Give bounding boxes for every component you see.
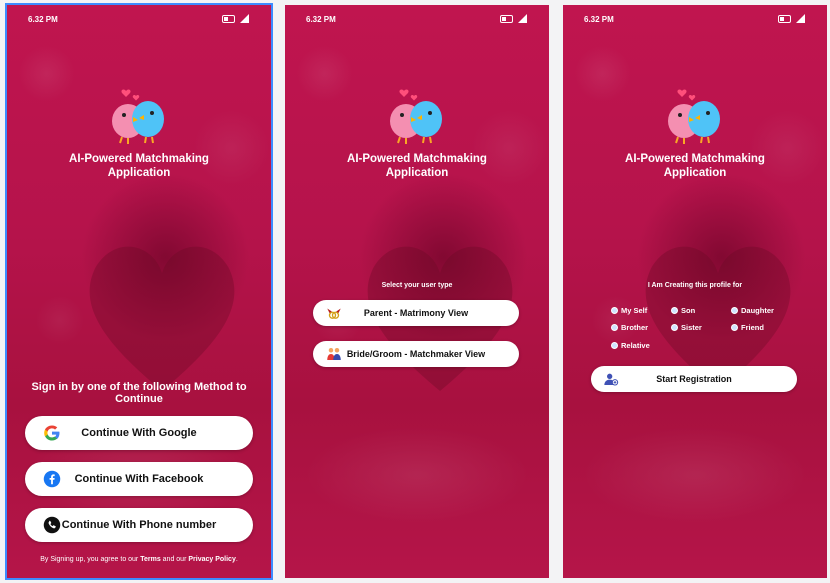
profile-for-prompt: I Am Creating this profile for (647, 282, 743, 289)
app-title: AI-Powered Matchmaking Application (563, 152, 827, 180)
continue-facebook-button[interactable]: Continue With Facebook (25, 462, 253, 496)
option-relative[interactable]: Relative (611, 341, 650, 350)
app-title-line1: AI-Powered Matchmaking (625, 153, 765, 165)
user-type-prompt: Select your user type (381, 282, 453, 289)
signin-heading: Sign in by one of the following Method t… (31, 381, 247, 405)
couple-icon (327, 348, 341, 360)
radio-dot-icon (611, 342, 618, 349)
signal-icon (518, 14, 527, 23)
phone-button-label: Continue With Phone number (61, 519, 217, 531)
radio-dot-icon (731, 324, 738, 331)
start-registration-button[interactable]: Start Registration (591, 366, 797, 392)
radio-dot-icon (671, 324, 678, 331)
phone-icon (43, 516, 61, 534)
radio-dot-icon (731, 307, 738, 314)
option-sister[interactable]: Sister (671, 323, 702, 332)
terms-middle: and our (160, 556, 189, 563)
option-my-self[interactable]: My Self (611, 306, 647, 315)
terms-suffix: . (235, 556, 238, 563)
terms-text: By Signing up, you agree to our Terms an… (7, 556, 271, 563)
option-label: My Self (621, 306, 648, 315)
status-time: 6.32 PM (584, 15, 614, 24)
app-title-line2: Application (663, 167, 727, 179)
status-time: 6.32 PM (28, 15, 58, 24)
google-button-label: Continue With Google (81, 427, 197, 439)
profile-for-screen: 6.32 PM AI-Powered Matchmaking Applicati… (563, 5, 827, 578)
app-title-line1: AI-Powered Matchmaking (69, 153, 209, 165)
option-label: Son (681, 306, 696, 315)
battery-icon (778, 15, 791, 23)
terms-prefix: By Signing up, you agree to our (40, 556, 141, 563)
option-daughter[interactable]: Daughter (731, 306, 774, 315)
option-label: Friend (741, 323, 764, 332)
privacy-policy-link[interactable]: Privacy Policy (188, 556, 235, 563)
start-registration-label: Start Registration (656, 374, 732, 384)
love-birds-icon (390, 89, 442, 144)
option-brother[interactable]: Brother (611, 323, 648, 332)
continue-phone-button[interactable]: Continue With Phone number (25, 508, 253, 542)
add-user-icon (604, 373, 619, 386)
option-label: Brother (621, 323, 649, 332)
radio-dot-icon (611, 324, 618, 331)
status-bar: 6.32 PM (7, 5, 271, 33)
option-label: Sister (681, 323, 702, 332)
terms-link[interactable]: Terms (140, 556, 161, 563)
bride-groom-matchmaker-button[interactable]: Bride/Groom - Matchmaker View (313, 341, 519, 367)
option-son[interactable]: Son (671, 306, 695, 315)
status-time: 6.32 PM (306, 15, 336, 24)
facebook-button-label: Continue With Facebook (74, 473, 204, 485)
status-bar: 6.32 PM (563, 5, 827, 33)
app-title-line1: AI-Powered Matchmaking (347, 153, 487, 165)
parent-button-label: Parent - Matrimony View (363, 308, 469, 318)
battery-icon (222, 15, 235, 23)
love-birds-icon (668, 89, 720, 144)
parent-matrimony-button[interactable]: Parent - Matrimony View (313, 300, 519, 326)
bride-button-label: Bride/Groom - Matchmaker View (346, 349, 486, 359)
status-bar: 6.32 PM (285, 5, 549, 33)
app-title-line2: Application (385, 167, 449, 179)
signal-icon (240, 14, 249, 23)
app-title-line2: Application (107, 167, 171, 179)
signin-screen: 6.32 PM AI-Powered Matchmaking Applicati… (5, 3, 273, 580)
radio-dot-icon (611, 307, 618, 314)
option-label: Relative (621, 341, 650, 350)
option-friend[interactable]: Friend (731, 323, 764, 332)
facebook-icon (43, 470, 61, 488)
user-type-screen: 6.32 PM AI-Powered Matchmaking Applicati… (285, 5, 549, 578)
google-icon (44, 425, 60, 441)
love-birds-icon (112, 89, 164, 144)
option-label: Daughter (741, 306, 774, 315)
app-title: AI-Powered Matchmaking Application (285, 152, 549, 180)
radio-dot-icon (671, 307, 678, 314)
signal-icon (796, 14, 805, 23)
continue-google-button[interactable]: Continue With Google (25, 416, 253, 450)
battery-icon (500, 15, 513, 23)
app-title: AI-Powered Matchmaking Application (7, 152, 271, 180)
rings-icon (327, 308, 341, 319)
